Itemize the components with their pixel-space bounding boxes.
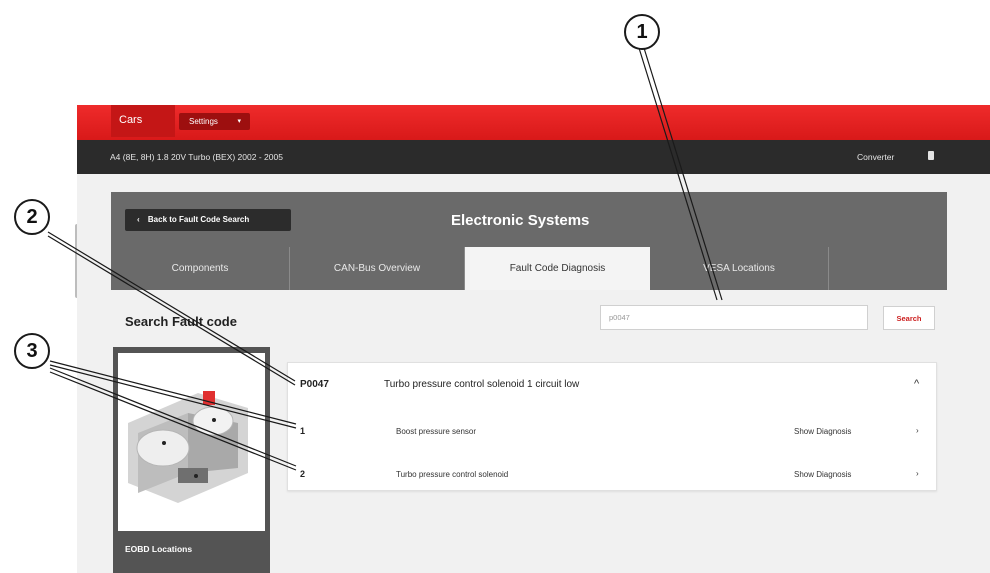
callout-leader-lines [47, 47, 723, 471]
callout-3: 3 [14, 333, 50, 369]
callout-2: 2 [14, 199, 50, 235]
callout-1: 1 [624, 14, 660, 50]
